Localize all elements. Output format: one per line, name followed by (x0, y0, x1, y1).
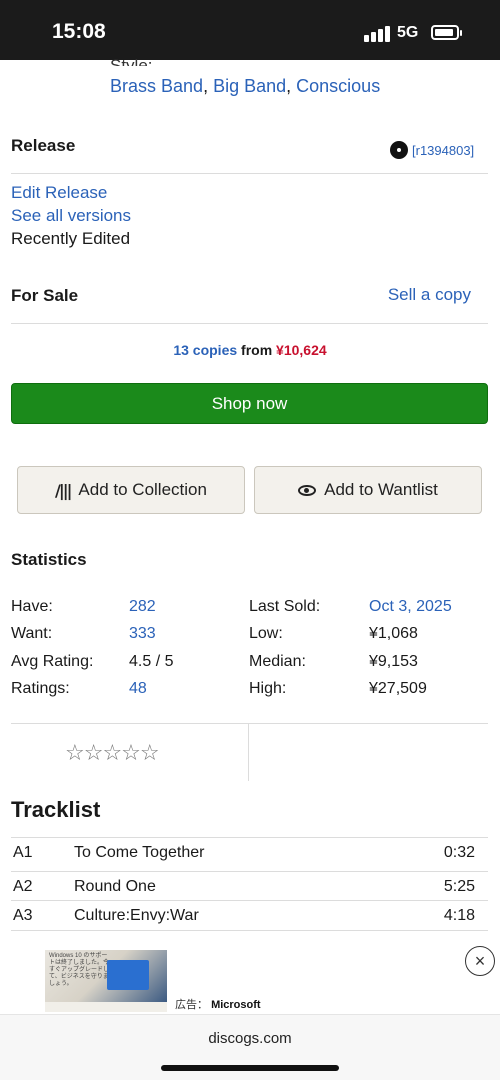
track-row: A3 Culture:Envy:War 4:18 (11, 900, 488, 929)
shop-now-button[interactable]: Shop now (11, 383, 488, 424)
stat-label-avg-rating: Avg Rating: (11, 653, 94, 670)
stat-label-median: Median: (249, 653, 306, 670)
divider (11, 323, 488, 324)
stat-label-want: Want: (11, 625, 53, 642)
stat-value-last-sold[interactable]: Oct 3, 2025 (369, 598, 452, 616)
status-bar: 15:08 5G (0, 0, 500, 60)
track-duration: 5:25 (443, 878, 475, 895)
for-sale-heading: For Sale (11, 286, 79, 305)
style-sep: , (286, 76, 297, 96)
stat-value-want[interactable]: 333 (129, 625, 156, 643)
release-heading: Release (11, 136, 76, 155)
stat-value-avg-rating: 4.5 / 5 (129, 653, 174, 670)
style-link-conscious[interactable]: Conscious (296, 76, 380, 96)
copies-link[interactable]: 13 copies (173, 342, 237, 358)
see-all-versions-link[interactable]: See all versions (11, 206, 131, 226)
ad-prefix: 広告： (175, 999, 208, 1011)
url-text[interactable]: discogs.com (0, 1030, 500, 1047)
ad-brand: Microsoft (211, 999, 261, 1011)
style-link-brass-band[interactable]: Brass Band (110, 76, 203, 96)
stat-value-median: ¥9,153 (369, 653, 418, 670)
ad-image-text: Windows 10 のサポートは終了しました。今すぐアップグレードして、ビジネ… (49, 953, 110, 987)
stat-label-last-sold: Last Sold: (249, 598, 321, 615)
statistics-heading: Statistics (11, 550, 87, 569)
track-duration: 0:32 (443, 844, 475, 861)
browser-url-bar[interactable]: discogs.com (0, 1014, 500, 1080)
track-row: A1 To Come Together 0:32 (11, 837, 488, 866)
release-id-badge[interactable]: [r1394803] (390, 141, 474, 159)
edit-release-link[interactable]: Edit Release (11, 183, 107, 203)
release-id-link[interactable]: [r1394803] (412, 143, 474, 158)
track-title: Culture:Envy:War (74, 907, 199, 924)
battery-icon (431, 25, 462, 40)
add-to-wantlist-label: Add to Wantlist (324, 480, 438, 499)
add-to-collection-button[interactable]: /||| Add to Collection (17, 466, 245, 514)
ad-image-bar (45, 1002, 167, 1012)
collection-icon: /||| (55, 480, 72, 500)
add-to-collection-label: Add to Collection (78, 480, 207, 499)
ad-banner[interactable]: Windows 10 のサポートは終了しました。今すぐアップグレードして、ビジネ… (0, 946, 500, 1014)
track-title: To Come Together (74, 844, 205, 861)
recently-edited-text: Recently Edited (11, 229, 131, 248)
ad-image[interactable]: Windows 10 のサポートは終了しました。今すぐアップグレードして、ビジネ… (45, 950, 167, 1012)
track-position: A2 (13, 878, 33, 895)
sell-a-copy-link[interactable]: Sell a copy (388, 285, 471, 305)
stat-value-have[interactable]: 282 (129, 598, 156, 616)
stat-label-ratings: Ratings: (11, 680, 70, 697)
vinyl-icon (390, 141, 408, 159)
ad-sponsor: 広告： Microsoft (175, 996, 261, 1012)
track-duration: 4:18 (443, 907, 475, 924)
style-values: Brass Band, Big Band, Conscious (110, 76, 380, 97)
stat-value-ratings[interactable]: 48 (129, 680, 147, 698)
tracklist-heading: Tracklist (11, 797, 101, 822)
style-label: Style: (110, 56, 153, 66)
stat-label-high: High: (249, 680, 287, 697)
stat-value-low: ¥1,068 (369, 625, 418, 642)
signal-icon (364, 24, 390, 42)
rating-box-divider (248, 723, 249, 781)
copies-summary: 13 copies from ¥10,624 (0, 342, 500, 358)
star-rating-input[interactable]: ☆☆☆☆☆ (65, 741, 160, 766)
track-title: Round One (74, 878, 156, 895)
network-label: 5G (397, 24, 419, 41)
eye-icon (298, 484, 317, 496)
divider (11, 173, 488, 174)
copies-from: from (237, 342, 277, 358)
style-sep: , (203, 76, 214, 96)
stat-label-low: Low: (249, 625, 283, 642)
stat-label-have: Have: (11, 598, 53, 615)
style-link-big-band[interactable]: Big Band (213, 76, 286, 96)
close-icon[interactable]: × (465, 946, 495, 976)
track-position: A1 (13, 844, 33, 861)
track-row: A2 Round One 5:25 (11, 871, 488, 900)
divider (11, 930, 488, 931)
windows-logo-icon (107, 960, 149, 990)
status-time: 15:08 (52, 20, 106, 43)
stat-value-high: ¥27,509 (369, 680, 427, 697)
track-position: A3 (13, 907, 33, 924)
home-indicator[interactable] (161, 1065, 339, 1071)
add-to-wantlist-button[interactable]: Add to Wantlist (254, 466, 482, 514)
lowest-price: ¥10,624 (276, 342, 327, 358)
